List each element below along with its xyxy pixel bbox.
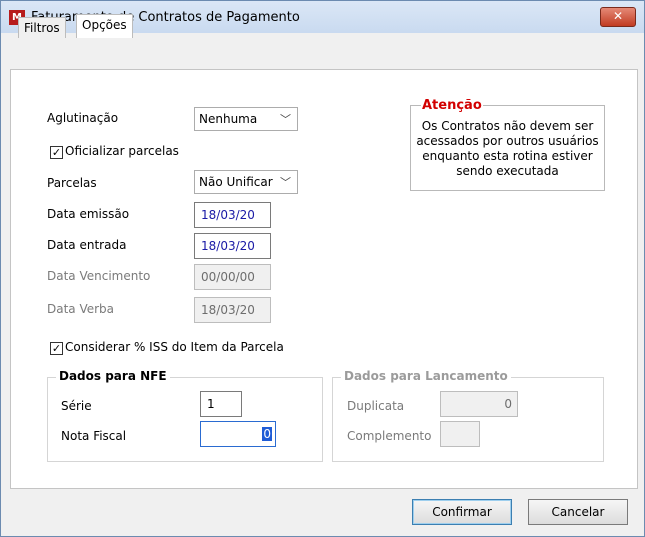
check-icon: ✓ xyxy=(51,342,62,355)
duplicata-label: Duplicata xyxy=(347,399,405,413)
aglutinacao-label: Aglutinação xyxy=(47,111,119,125)
chevron-down-icon: ﹀ xyxy=(280,176,291,189)
lancamento-legend: Dados para Lancamento xyxy=(341,369,511,383)
parcelas-value: Não Unificar xyxy=(199,175,273,189)
confirmar-button[interactable]: Confirmar xyxy=(412,499,512,525)
nota-fiscal-field[interactable]: 0 xyxy=(200,421,276,447)
data-entrada-label: Data entrada xyxy=(47,238,127,252)
chevron-down-icon: ﹀ xyxy=(280,113,291,126)
data-emissao-field[interactable]: 18/03/20 xyxy=(194,202,271,228)
complemento-field xyxy=(440,421,480,447)
oficializar-label: Oficializar parcelas xyxy=(65,144,179,158)
duplicata-field: 0 xyxy=(440,391,518,417)
data-vencimento-field: 00/00/00 xyxy=(194,264,271,290)
parcelas-label: Parcelas xyxy=(47,176,97,190)
dialog-window: M Faturamento de Contratos de Pagamento … xyxy=(0,0,645,537)
aglutinacao-value: Nenhuma xyxy=(199,112,258,126)
data-emissao-label: Data emissão xyxy=(47,207,130,221)
serie-field[interactable]: 1 xyxy=(200,391,242,417)
considerar-iss-checkbox[interactable]: ✓ xyxy=(50,342,63,355)
considerar-iss-label: Considerar % ISS do Item da Parcela xyxy=(65,340,284,354)
warning-text: Os Contratos não devem ser acessados por… xyxy=(416,119,599,178)
serie-label: Série xyxy=(61,399,92,413)
nfe-group: Dados para NFE xyxy=(47,369,323,462)
data-verba-field: 18/03/20 xyxy=(194,297,271,323)
lancamento-group: Dados para Lancamento xyxy=(332,369,604,462)
check-icon: ✓ xyxy=(51,146,62,159)
cancelar-button[interactable]: Cancelar xyxy=(528,499,628,525)
tab-filtros[interactable]: Filtros xyxy=(18,17,66,38)
data-entrada-field[interactable]: 18/03/20 xyxy=(194,233,271,259)
close-button[interactable]: ✕ xyxy=(600,7,636,27)
tab-opcoes[interactable]: Opções xyxy=(76,14,133,38)
window-title: Faturamento de Contratos de Pagamento xyxy=(31,10,300,25)
aglutinacao-select[interactable]: Nenhuma ﹀ xyxy=(194,107,298,131)
data-verba-label: Data Verba xyxy=(47,302,115,316)
nfe-legend: Dados para NFE xyxy=(56,369,170,383)
data-vencimento-label: Data Vencimento xyxy=(47,269,151,283)
close-icon: ✕ xyxy=(612,9,624,23)
warning-title: Atenção xyxy=(421,98,483,113)
complemento-label: Complemento xyxy=(347,429,432,443)
nota-fiscal-label: Nota Fiscal xyxy=(61,429,127,443)
warning-box: Atenção Os Contratos não devem ser acess… xyxy=(410,98,605,191)
oficializar-checkbox[interactable]: ✓ xyxy=(50,146,63,159)
nota-fiscal-value: 0 xyxy=(262,427,272,441)
parcelas-select[interactable]: Não Unificar ﹀ xyxy=(194,170,298,194)
